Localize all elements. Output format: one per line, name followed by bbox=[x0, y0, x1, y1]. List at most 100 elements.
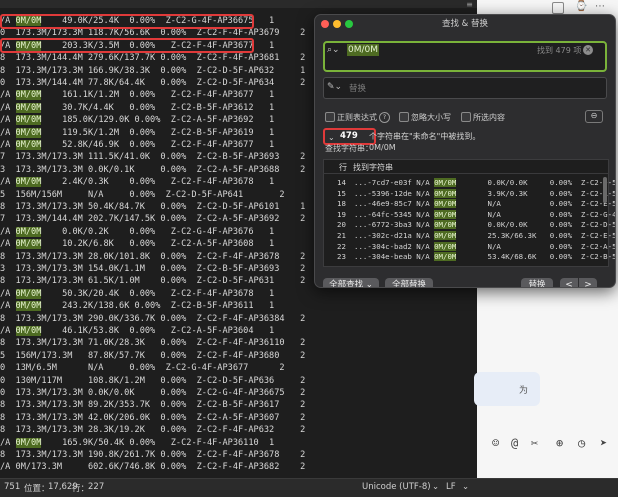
at-icon[interactable]: @ bbox=[511, 436, 518, 450]
chat-more-icon[interactable]: ⋯ bbox=[595, 1, 605, 12]
result-text: ...-46e9-85c7 N/A 0M/0M N/A 0.00% Z-C2-E… bbox=[354, 199, 615, 209]
encoding-select[interactable]: Unicode (UTF-8) bbox=[362, 482, 431, 492]
status-pos-label: 位置： bbox=[24, 484, 50, 494]
editor-line-text: 8 173.3M/173.3M 61.5K/1.0M 0.00% Z-C2-D-… bbox=[0, 276, 306, 287]
editor-line-text: 8 173.3M/173.3M 28.3K/19.2K 0.00% Z-C2-F… bbox=[0, 425, 306, 436]
result-row[interactable]: 20 ...-6772-3ba3 N/A 0M/0M 0.0K/0.0K 0.00… bbox=[323, 220, 615, 230]
next-match-button[interactable]: > bbox=[579, 278, 597, 287]
find-replace-dialog: 查找 & 替换 ⌕⌄ 0M/0M 找到 479 项 ✕ ✎⌄ 替换 正则表达式 … bbox=[314, 14, 616, 288]
result-text: ...-7cd7-e03f N/A 0M/0M 0.0K/0.0K 0.00% … bbox=[354, 178, 615, 188]
editor-line-text: 8 173.3M/173.3M 42.0K/206.0K 0.00% Z-C2-… bbox=[0, 412, 306, 423]
replace-pencil-icon[interactable]: ✎⌄ bbox=[327, 82, 342, 92]
result-match-highlight: 0M/0M bbox=[434, 188, 457, 198]
regex-label[interactable]: 正则表达式 bbox=[337, 112, 377, 123]
result-row[interactable]: 19 ...-64fc-5345 N/A 0M/0M N/A 0.00% Z-C2… bbox=[323, 209, 615, 220]
editor-menu-icon[interactable]: ≡ bbox=[462, 0, 477, 12]
editor-line-text: 0 13M/6.5M N/A 0.00% Z-C2-G-4F-AP3677 2 bbox=[0, 363, 285, 374]
results-scrollbar[interactable] bbox=[603, 177, 607, 203]
editor-line-text: 50.3K/20.4K 0.00% Z-C2-F-4F-AP3678 1 bbox=[41, 288, 275, 299]
editor-match-highlight: 0M/0M bbox=[15, 288, 42, 299]
editor-line-text: /A bbox=[0, 226, 16, 237]
editor-match-highlight: 0M/0M bbox=[15, 226, 42, 237]
editor-line-text: /A bbox=[0, 301, 16, 312]
more-options-icon[interactable]: ⊖ bbox=[585, 110, 603, 123]
result-line-number: 21 bbox=[337, 231, 346, 240]
result-row[interactable]: 15 ...-5396-12de N/A 0M/0M 3.9K/0.3K 0.00… bbox=[323, 188, 615, 199]
clear-icon[interactable]: ✕ bbox=[583, 45, 593, 55]
result-row[interactable]: 14 ...-7cd7-e03f N/A 0M/0M 0.0K/0.0K 0.00… bbox=[323, 178, 615, 188]
editor-line-text: /A bbox=[0, 326, 16, 336]
editor-line-text: 46.1K/53.8K 0.00% Z-C2-A-5F-AP3604 1 bbox=[41, 326, 275, 336]
result-row[interactable]: 23 ...-304e-beab N/A 0M/0M 53.4K/68.6K 0.… bbox=[323, 252, 615, 262]
in-selection-checkbox[interactable] bbox=[461, 112, 471, 122]
plus-icon[interactable]: ⊕ bbox=[556, 436, 563, 450]
chat-history-icon[interactable]: ⌚ bbox=[575, 1, 587, 12]
editor-line-text: 0 173.3M/173.3M 0.0K/0.0K 0.00% Z-C2-G-4… bbox=[0, 388, 306, 398]
editor-line-text: /A bbox=[0, 90, 16, 101]
result-row[interactable]: 21 ...-302c-d21a N/A 0M/0M 25.3K/66.3K 0.… bbox=[323, 231, 615, 241]
find-all-button[interactable]: 全部查找 ⌄ bbox=[323, 278, 379, 288]
editor-line-text: 243.2K/138.6K 0.00% Z-C2-B-5F-AP3611 1 bbox=[41, 301, 275, 312]
replace-button[interactable]: 替换 bbox=[521, 278, 553, 287]
editor-line-text: 3 173.3M/173.3M 154.0K/1.1M 0.00% Z-C2-B… bbox=[0, 264, 306, 274]
search-icon[interactable]: ⌕⌄ bbox=[327, 45, 340, 55]
editor-line-text: 2.4K/0.3K 0.00% Z-C2-F-4F-AP3678 1 bbox=[41, 177, 275, 188]
send-icon[interactable]: ➤ bbox=[600, 436, 607, 450]
result-text: ...-304e-beab N/A 0M/0M 53.4K/68.6K 0.00… bbox=[354, 252, 615, 262]
editor-line-text: 8 173.3M/173.3M 28.0K/101.8K 0.00% Z-C2-… bbox=[0, 251, 306, 262]
result-text-prefix: ...-46e9-85c7 N/A bbox=[354, 199, 435, 209]
regex-checkbox[interactable] bbox=[325, 112, 335, 122]
result-row[interactable]: 18 ...-46e9-85c7 N/A 0M/0M N/A 0.00% Z-C2… bbox=[323, 199, 615, 209]
encoding-chevron-icon[interactable]: ⌄ bbox=[432, 482, 439, 492]
help-icon[interactable]: ? bbox=[379, 112, 390, 123]
editor-match-highlight: 0M/0M bbox=[15, 127, 42, 138]
editor-match-highlight: 0M/0M bbox=[15, 115, 42, 126]
result-text-suffix: 0.0K/0.0K 0.00% Z-C2-D-5F-AP363... bbox=[487, 220, 615, 230]
result-line-number: 18 bbox=[337, 199, 346, 209]
previous-match-button[interactable]: < bbox=[560, 278, 578, 287]
editor-line-text: 8 173.3M/173.3M 290.0K/336.7K 0.00% Z-C2… bbox=[0, 313, 306, 324]
results-header-divider bbox=[323, 173, 609, 174]
result-text: ...-6772-3ba3 N/A 0M/0M 0.0K/0.0K 0.00% … bbox=[354, 220, 615, 230]
editor-match-highlight: 0M/0M bbox=[15, 140, 42, 150]
result-text-prefix: ...-6772-3ba3 N/A bbox=[354, 220, 435, 230]
status-line-value: 227 bbox=[88, 482, 105, 492]
editor-line-text: 52.8K/46.9K 0.00% Z-C2-F-4F-AP3677 1 bbox=[41, 140, 275, 150]
result-text-prefix: ...-5396-12de N/A bbox=[354, 188, 435, 198]
annotation-box bbox=[0, 38, 254, 53]
editor-line-text: 30.7K/4.4K 0.00% Z-C2-B-5F-AP3612 1 bbox=[41, 102, 275, 113]
editor-line-text: 5 156M/173.3M 87.8K/57.7K 0.00% Z-C2-F-4… bbox=[0, 350, 306, 361]
ignore-case-label[interactable]: 忽略大小写 bbox=[411, 112, 451, 123]
clock-icon[interactable]: ◷ bbox=[578, 436, 585, 450]
editor-line-text: 0 173.3M/144.4M 77.8K/64.4K 0.00% Z-C2-D… bbox=[0, 78, 306, 88]
result-text-prefix: ...-304c-bad2 N/A bbox=[354, 241, 435, 251]
results-toggle-icon[interactable]: ⌄ bbox=[328, 133, 335, 142]
result-text-suffix: N/A 0.00% Z-C2-A-5F-AP3601... bbox=[487, 241, 615, 251]
find-all-label: 全部查找 bbox=[329, 280, 364, 288]
chat-screen-icon[interactable] bbox=[552, 2, 564, 14]
editor-line: /A 0M/173.3M 602.6K/746.8K 0.00% Z-C2-F-… bbox=[0, 460, 305, 474]
line-ending-chevron-icon[interactable]: ⌄ bbox=[462, 482, 469, 492]
smile-icon[interactable]: ☺ bbox=[492, 436, 499, 450]
result-row[interactable]: 22 ...-304c-bad2 N/A 0M/0M N/A 0.00% Z-C2… bbox=[323, 241, 615, 252]
in-selection-label[interactable]: 所选内容 bbox=[473, 112, 505, 123]
editor-match-highlight: 0M/0M bbox=[15, 437, 42, 448]
ignore-case-checkbox[interactable] bbox=[399, 112, 409, 122]
editor-line-text: 119.5K/1.2M 0.00% Z-C2-B-5F-AP3619 1 bbox=[41, 127, 275, 138]
annotation-box bbox=[0, 14, 254, 29]
editor-line-text: /A bbox=[0, 177, 16, 188]
editor-line-text: 10.2K/6.8K 0.00% Z-C2-A-5F-AP3608 1 bbox=[41, 239, 275, 250]
scissors-icon[interactable]: ✂ bbox=[531, 436, 538, 450]
results-header-string[interactable]: 找到字符串 bbox=[353, 162, 393, 173]
editor-match-highlight: 0M/0M bbox=[15, 239, 42, 250]
editor-match-highlight: 0M/0M bbox=[15, 301, 42, 312]
editor-line-text: 8 173.3M/173.3M 50.4K/84.7K 0.00% Z-C2-D… bbox=[0, 202, 306, 212]
replace-all-button[interactable]: 全部替换 bbox=[385, 278, 433, 287]
result-text-prefix: ...-7cd7-e03f N/A bbox=[354, 178, 435, 187]
result-text-prefix: ...-302c-d21a N/A bbox=[354, 231, 435, 240]
find-input-value[interactable]: 0M/0M bbox=[347, 44, 380, 56]
editor-line-text: 8 173.3M/173.3M 190.8K/261.7K 0.00% Z-C2… bbox=[0, 450, 306, 460]
dialog-title: 查找 & 替换 bbox=[441, 19, 489, 29]
results-header-line[interactable]: 行 bbox=[339, 162, 347, 173]
line-ending-select[interactable]: LF bbox=[446, 482, 456, 492]
